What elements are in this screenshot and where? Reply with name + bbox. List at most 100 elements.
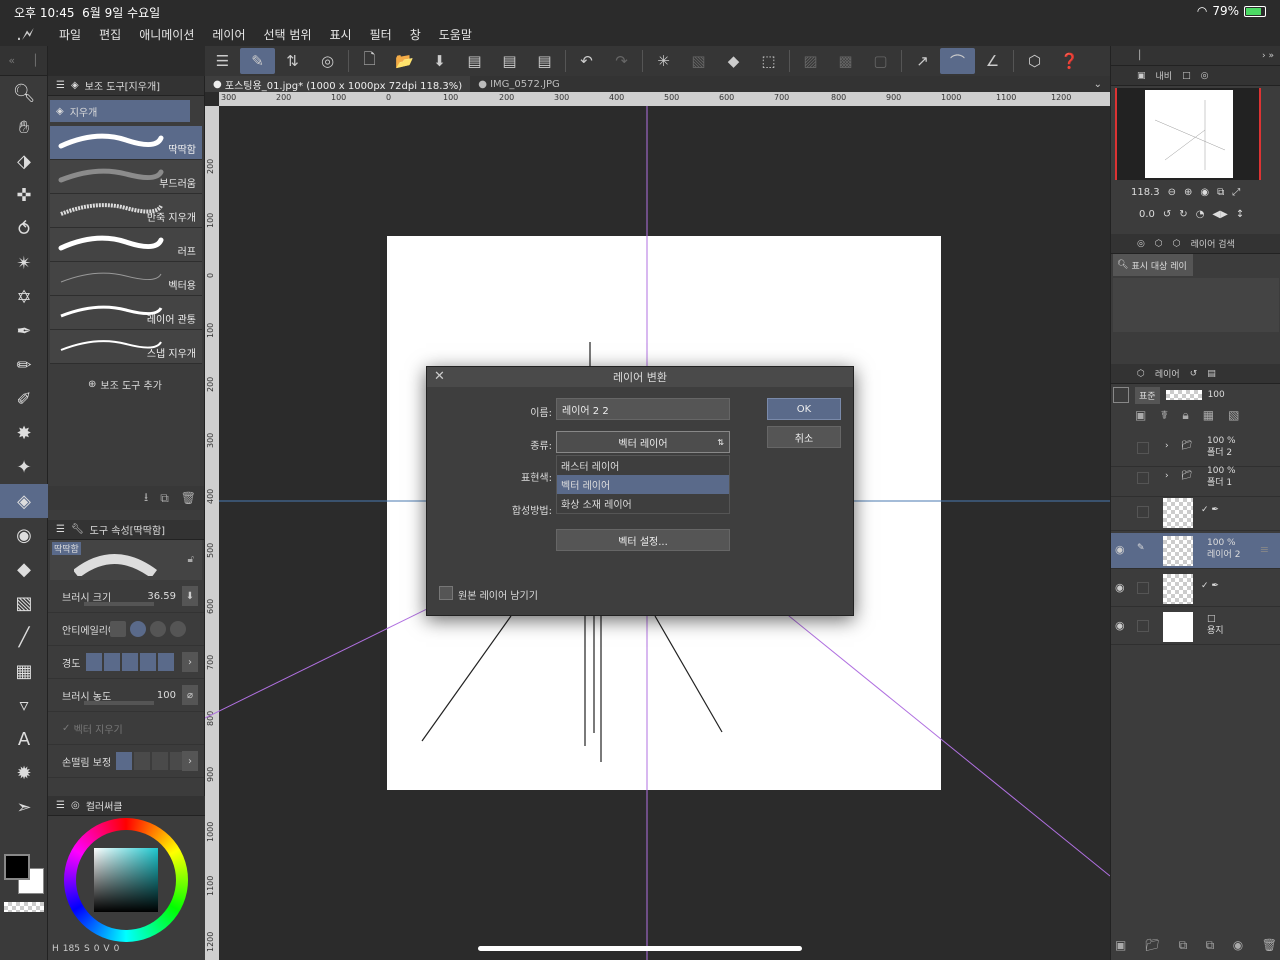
help-icon[interactable]: ❓: [1052, 48, 1087, 74]
mask-off-icon[interactable]: ▧: [1228, 408, 1239, 423]
main-color-swatch[interactable]: [4, 854, 30, 880]
option-image-material-layer[interactable]: 화상 소재 레이어: [557, 494, 729, 513]
vector-erase-row[interactable]: ✓ 벡터 지우기: [48, 712, 204, 745]
eye-icon[interactable]: ◉: [1115, 543, 1129, 557]
import-icon[interactable]: ⭳: [144, 488, 148, 509]
mask-icon[interactable]: ◉: [1233, 938, 1243, 953]
trash-icon[interactable]: 🗑︎: [181, 491, 196, 505]
sub-view-icon[interactable]: □: [1182, 71, 1191, 81]
fit-icon[interactable]: ⧉: [1217, 187, 1224, 198]
chevron-right-icon[interactable]: ›: [1165, 441, 1169, 451]
menu-animation[interactable]: 애니메이션: [130, 26, 203, 43]
subtool-kneaded[interactable]: 반죽 지우개: [50, 194, 202, 228]
layer-name-input[interactable]: 레이어 2 2: [556, 398, 730, 420]
menu-filter[interactable]: 필터: [361, 26, 401, 43]
save-icon[interactable]: ⬇: [422, 48, 457, 74]
menu-window[interactable]: 창: [401, 26, 430, 43]
saturation-value-square[interactable]: [94, 848, 158, 912]
menu-help[interactable]: 도움말: [430, 26, 481, 43]
subtool-through-layers[interactable]: 레이어 관통: [50, 296, 202, 330]
export-psd-icon[interactable]: ▤: [527, 48, 562, 74]
subtool-group-eraser[interactable]: ◈ 지우개: [50, 100, 190, 122]
density-stepper[interactable]: ⌀: [182, 685, 198, 705]
lock-icon[interactable]: 🔒︎: [1182, 408, 1188, 423]
fill-icon[interactable]: ◆: [716, 48, 751, 74]
menu-view[interactable]: 표시: [321, 26, 361, 43]
menu-edit[interactable]: 편집: [90, 26, 130, 43]
layer-item[interactable]: ◉ □ 용지: [1111, 609, 1280, 645]
gradient-tool-icon[interactable]: ▧: [0, 586, 48, 620]
panel-tab-icon[interactable]: ▤: [1207, 369, 1216, 379]
color-wheel[interactable]: [64, 818, 188, 942]
mask-icon[interactable]: ▦: [1203, 408, 1214, 423]
open-folder-icon[interactable]: 📂: [387, 48, 422, 74]
menu-selection[interactable]: 선택 범위: [255, 26, 321, 43]
menu-layer[interactable]: 레이어: [203, 26, 254, 43]
deselect-icon[interactable]: ▨: [793, 48, 828, 74]
swap-icon[interactable]: ⇅: [275, 48, 310, 74]
new-raster-icon[interactable]: ▣: [1115, 938, 1126, 953]
brush-size-row[interactable]: 브러시 크기 36.59 ⬇: [48, 580, 204, 613]
panel-menu-icon[interactable]: ☰: [56, 80, 65, 91]
spiral-icon[interactable]: ◎: [310, 48, 345, 74]
subtool-snap[interactable]: 스냅 지우개: [50, 330, 202, 364]
new-folder-icon[interactable]: 📁︎: [1145, 938, 1160, 953]
correct-line-icon[interactable]: ➣: [0, 790, 48, 824]
zoom-out-icon[interactable]: ⊖: [1168, 187, 1176, 198]
zoom-tool-icon[interactable]: 🔍︎: [0, 76, 48, 110]
move-tool-icon[interactable]: ✜: [0, 178, 48, 212]
layer-item[interactable]: ◉ ✓ ✒: [1111, 571, 1280, 607]
export-jpg-icon[interactable]: ▤: [457, 48, 492, 74]
pen-tool-icon[interactable]: ✒: [0, 314, 48, 348]
hardness-slider[interactable]: [86, 653, 174, 671]
duplicate-icon[interactable]: ⧉: [160, 491, 169, 506]
panel-tab-icon[interactable]: ↺: [1190, 369, 1198, 379]
frame-tool-icon[interactable]: ▦: [0, 654, 48, 688]
airbrush-icon[interactable]: ✸: [0, 416, 48, 450]
navigator-thumbnail[interactable]: [1145, 90, 1233, 178]
rotate-icon[interactable]: ◎: [1201, 71, 1209, 81]
subtool-hard[interactable]: 딱딱함: [50, 126, 202, 160]
main-sub-color[interactable]: [4, 854, 44, 899]
trash-icon[interactable]: 🗑︎: [1262, 938, 1277, 953]
option-vector-layer[interactable]: 벡터 레이어: [557, 475, 729, 494]
layer-item-active[interactable]: ◉ ✎ 100 % 레이어 2 ≡: [1111, 533, 1280, 569]
figure-tool-icon[interactable]: ╱: [0, 620, 48, 654]
clipping-icon[interactable]: ▣: [1135, 408, 1146, 423]
keep-original-checkbox[interactable]: [439, 586, 453, 600]
new-file-icon[interactable]: 🗋: [352, 48, 387, 74]
3d-icon[interactable]: ⬡: [1017, 48, 1052, 74]
transform-icon[interactable]: ⬚: [751, 48, 786, 74]
eraser-tool-icon[interactable]: ◈: [0, 484, 48, 518]
pencil-tool-icon[interactable]: ✏: [0, 348, 48, 382]
stabilization-slider[interactable]: [116, 752, 186, 770]
rotate-right-icon[interactable]: ↻: [1179, 209, 1187, 220]
ruler-snap-icon[interactable]: ↗: [905, 48, 940, 74]
zoom-reset-icon[interactable]: ◉: [1200, 187, 1209, 198]
blend-tool-icon[interactable]: ◉: [0, 518, 48, 552]
flip-v-icon[interactable]: ↕: [1236, 209, 1244, 220]
layer-menu-icon[interactable]: ≡: [1260, 543, 1269, 556]
antialias-options[interactable]: [110, 621, 186, 637]
rotate-left-icon[interactable]: ↺: [1163, 209, 1171, 220]
grid-snap-icon[interactable]: ∠: [975, 48, 1010, 74]
rotate-reset-icon[interactable]: ◔: [1196, 209, 1205, 220]
clear-icon[interactable]: ▧: [681, 48, 716, 74]
panel-tab-icon[interactable]: ◎: [1137, 239, 1145, 249]
expand-icon[interactable]: ⤢: [1232, 187, 1240, 198]
ruler-icon[interactable]: ☤: [1160, 408, 1168, 423]
chevron-right-icon[interactable]: ›: [182, 652, 198, 672]
stabilization-row[interactable]: 손떨림 보정 ›: [48, 745, 204, 778]
quick-access-icon[interactable]: ✎: [240, 48, 275, 74]
hamburger-menu-icon[interactable]: ☰: [205, 48, 240, 74]
opacity-slider[interactable]: [1165, 390, 1202, 400]
layer-color-icon[interactable]: [1113, 387, 1129, 403]
ok-button[interactable]: OK: [767, 398, 841, 420]
layer-item[interactable]: › 📁︎ 100 % 폴더 1: [1111, 461, 1280, 497]
eye-icon[interactable]: ◉: [1115, 619, 1129, 633]
chevron-right-icon[interactable]: ›: [182, 751, 198, 771]
search-filter-select[interactable]: 🔍︎ 표시 대상 레이: [1113, 254, 1193, 276]
layer-item[interactable]: ✓ ✒: [1111, 495, 1280, 531]
eyedropper-icon[interactable]: ✡: [0, 280, 48, 314]
magic-wand-icon[interactable]: ✴: [0, 246, 48, 280]
